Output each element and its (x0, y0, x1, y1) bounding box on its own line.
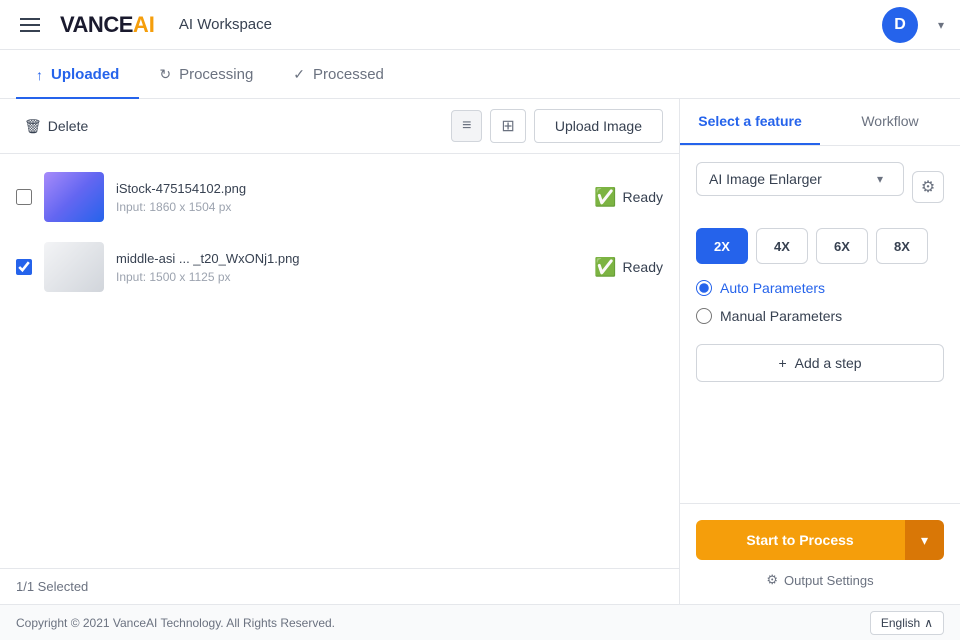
image-info-1: iStock-475154102.png Input: 1860 x 1504 … (116, 181, 582, 214)
image-toolbar: 🗑 Delete ≡ ⊞ Upload Image (0, 99, 679, 154)
image-list: iStock-475154102.png Input: 1860 x 1504 … (0, 154, 679, 568)
upload-icon: ↑ (36, 67, 43, 83)
logo: VANCEAI (60, 12, 155, 38)
output-settings-label: Output Settings (784, 573, 874, 588)
upload-image-button[interactable]: Upload Image (534, 109, 663, 143)
tab-processing-label: Processing (179, 66, 253, 83)
output-settings-link[interactable]: ⚙ Output Settings (696, 572, 944, 588)
status-label-1: Ready (623, 189, 663, 205)
image-status-2: ✅ Ready (594, 257, 663, 278)
feature-selector: AI Image Enlarger ▾ ⚙ 2X 4X 6X 8X Auto P… (680, 146, 960, 398)
image-size-2: Input: 1500 x 1125 px (116, 270, 582, 284)
process-button-group: Start to Process ▾ (696, 520, 944, 560)
main-tabs: ↑ Uploaded ↻ Processing ✓ Processed (0, 50, 960, 99)
logo-ai: AI (133, 12, 155, 38)
image-name-2: middle-asi ... _t20_WxONj1.png (116, 251, 582, 266)
delete-button[interactable]: 🗑 Delete (16, 114, 96, 139)
feature-dropdown-label: AI Image Enlarger (709, 171, 877, 187)
status-label-2: Ready (623, 259, 663, 275)
scale-6x-button[interactable]: 6X (816, 228, 868, 264)
language-label: English (881, 616, 920, 630)
copyright-text: Copyright © 2021 VanceAI Technology. All… (16, 616, 335, 630)
image-info-2: middle-asi ... _t20_WxONj1.png Input: 15… (116, 251, 582, 284)
scale-4x-button[interactable]: 4X (756, 228, 808, 264)
process-dropdown-arrow-icon: ▾ (921, 532, 928, 549)
scale-2x-button[interactable]: 2X (696, 228, 748, 264)
user-avatar[interactable]: D (882, 7, 918, 43)
right-panel-footer: Start to Process ▾ ⚙ Output Settings (680, 503, 960, 604)
processing-icon: ↻ (159, 66, 171, 83)
tab-select-feature[interactable]: Select a feature (680, 99, 820, 145)
delete-icon: 🗑 (24, 118, 42, 135)
image-size-1: Input: 1860 x 1504 px (116, 200, 582, 214)
image-checkbox-2[interactable] (16, 259, 32, 275)
gear-settings-button[interactable]: ⚙ (912, 171, 944, 203)
manual-params-radio[interactable] (696, 308, 712, 324)
status-check-icon-2: ✅ (594, 257, 616, 278)
tab-uploaded-label: Uploaded (51, 66, 119, 83)
logo-vance: VANCE (60, 12, 133, 38)
auto-params-label: Auto Parameters (720, 280, 825, 296)
tab-processing[interactable]: ↻ Processing (139, 50, 273, 99)
left-panel: 🗑 Delete ≡ ⊞ Upload Image iStock-4751541… (0, 99, 680, 604)
dropdown-arrow-icon: ▾ (877, 172, 883, 186)
parameter-options: Auto Parameters Manual Parameters (696, 280, 944, 324)
manual-params-option[interactable]: Manual Parameters (696, 308, 944, 324)
add-step-button[interactable]: + Add a step (696, 344, 944, 382)
image-status-1: ✅ Ready (594, 187, 663, 208)
language-selector[interactable]: English ∧ (870, 611, 944, 635)
add-step-plus-icon: + (778, 355, 786, 371)
output-gear-icon: ⚙ (766, 572, 778, 588)
table-row[interactable]: middle-asi ... _t20_WxONj1.png Input: 15… (0, 232, 679, 302)
gear-icon: ⚙ (921, 177, 935, 197)
auto-params-radio[interactable] (696, 280, 712, 296)
tab-processed-label: Processed (313, 66, 384, 83)
scale-options: 2X 4X 6X 8X (696, 228, 944, 264)
right-panel: Select a feature Workflow AI Image Enlar… (680, 99, 960, 604)
image-thumbnail-1 (44, 172, 104, 222)
table-row[interactable]: iStock-475154102.png Input: 1860 x 1504 … (0, 162, 679, 232)
image-thumbnail-2 (44, 242, 104, 292)
header: VANCEAI AI Workspace D ▾ (0, 0, 960, 50)
view-grid-button[interactable]: ⊞ (490, 109, 525, 143)
status-check-icon-1: ✅ (594, 187, 616, 208)
language-chevron-icon: ∧ (924, 616, 933, 630)
start-process-button[interactable]: Start to Process (696, 520, 904, 560)
tab-processed[interactable]: ✓ Processed (273, 50, 404, 99)
processed-icon: ✓ (293, 66, 305, 83)
scale-8x-button[interactable]: 8X (876, 228, 928, 264)
tab-workflow[interactable]: Workflow (820, 99, 960, 145)
view-list-button[interactable]: ≡ (451, 110, 482, 142)
image-checkbox-1[interactable] (16, 189, 32, 205)
workspace-label: AI Workspace (179, 16, 272, 33)
left-footer: 1/1 Selected (0, 568, 679, 604)
selected-count: 1/1 Selected (16, 579, 88, 594)
manual-params-label: Manual Parameters (720, 308, 842, 324)
image-name-1: iStock-475154102.png (116, 181, 582, 196)
right-panel-tabs: Select a feature Workflow (680, 99, 960, 146)
add-step-label: Add a step (795, 355, 862, 371)
bottom-bar: Copyright © 2021 VanceAI Technology. All… (0, 604, 960, 640)
user-chevron-icon[interactable]: ▾ (938, 18, 944, 32)
feature-dropdown[interactable]: AI Image Enlarger ▾ (696, 162, 904, 196)
tab-uploaded[interactable]: ↑ Uploaded (16, 50, 139, 99)
delete-label: Delete (48, 118, 88, 134)
auto-params-option[interactable]: Auto Parameters (696, 280, 944, 296)
process-dropdown-button[interactable]: ▾ (904, 520, 944, 560)
hamburger-menu[interactable] (16, 14, 44, 36)
main-content: 🗑 Delete ≡ ⊞ Upload Image iStock-4751541… (0, 99, 960, 604)
